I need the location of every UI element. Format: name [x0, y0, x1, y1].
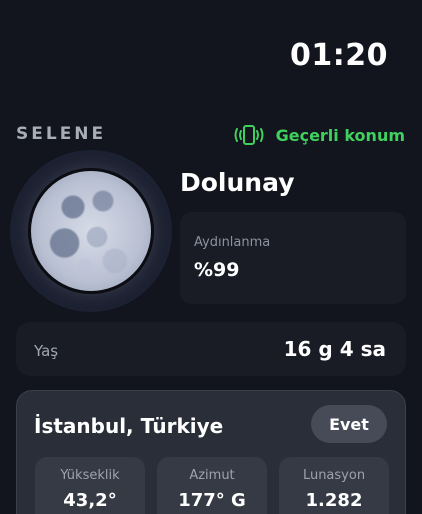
phone-vibrate-icon — [232, 124, 266, 146]
location-name: İstanbul, Türkiye — [34, 414, 224, 438]
current-location-status[interactable]: Geçerli konum — [232, 124, 405, 146]
confirm-location-button[interactable]: Evet — [311, 405, 387, 443]
full-moon-image — [28, 168, 154, 294]
stat-azimuth: Azimut 177° G — [157, 457, 267, 514]
stat-value: 177° G — [178, 490, 246, 511]
status-time: 01:20 — [290, 38, 388, 73]
location-status-label: Geçerli konum — [275, 125, 405, 145]
illumination-card: Aydınlanma %99 — [180, 212, 406, 304]
illumination-label: Aydınlanma — [194, 235, 271, 250]
stat-label: Lunasyon — [302, 468, 366, 483]
app-brand: SELENE — [16, 124, 107, 144]
stat-label: Azimut — [189, 468, 235, 483]
stat-value: 1.282 — [305, 490, 363, 511]
location-card: İstanbul, Türkiye Evet Yükseklik 43,2° A… — [16, 390, 406, 514]
age-label: Yaş — [34, 342, 59, 360]
illumination-value: %99 — [194, 259, 240, 281]
moon-visual — [10, 150, 172, 312]
age-value: 16 g 4 sa — [283, 337, 386, 361]
stat-label: Yükseklik — [60, 468, 120, 483]
moon-position-stats: Yükseklik 43,2° Azimut 177° G Lunasyon 1… — [35, 457, 389, 514]
stat-value: 43,2° — [63, 490, 117, 511]
stat-lunation: Lunasyon 1.282 — [279, 457, 389, 514]
stat-altitude: Yükseklik 43,2° — [35, 457, 145, 514]
moon-phase-title: Dolunay — [180, 168, 295, 197]
moon-age-row: Yaş 16 g 4 sa — [16, 322, 406, 376]
